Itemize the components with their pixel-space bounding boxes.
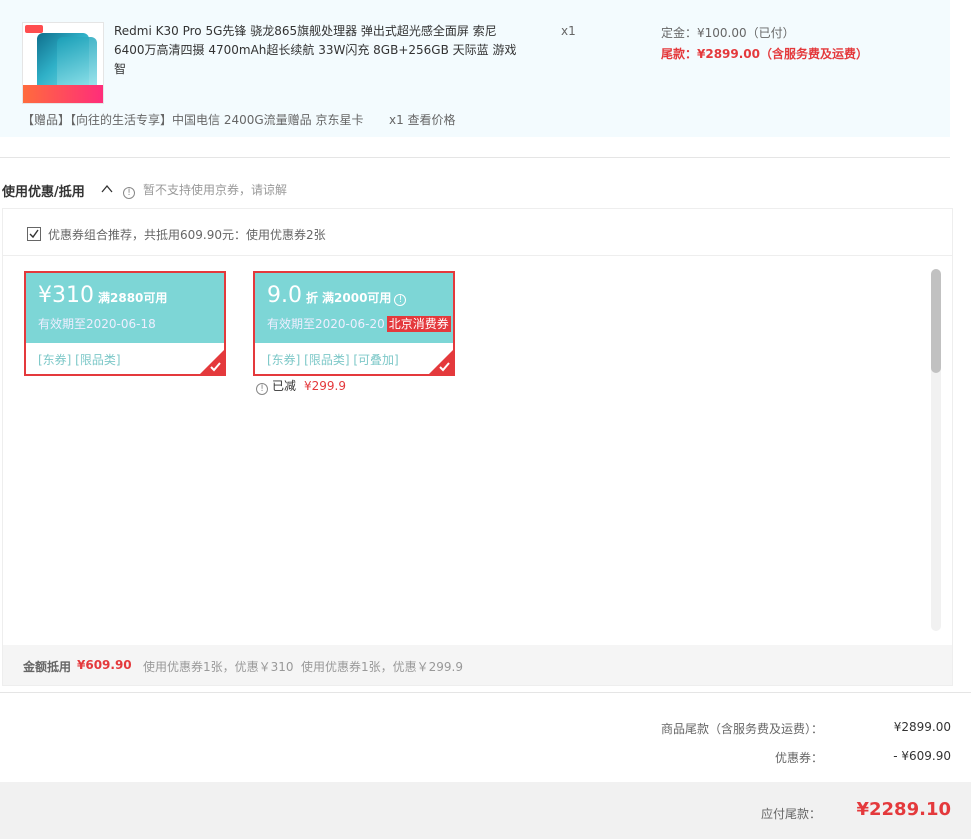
- gift-quantity-view-price[interactable]: x1 查看价格: [389, 111, 456, 128]
- coupon-unit: 折: [306, 291, 319, 305]
- scrollbar-thumb[interactable]: [931, 269, 941, 373]
- info-icon: !: [123, 187, 135, 199]
- combo-recommend-text: 优惠券组合推荐，共抵用609.90元：使用优惠券2张: [48, 228, 326, 242]
- summary-amount: ¥609.90: [77, 658, 132, 672]
- coupon-condition: 满2880可用: [98, 291, 168, 305]
- coupon-total-label: 优惠券：: [774, 751, 823, 765]
- reduced-amount: ¥299.9: [304, 379, 347, 393]
- coupon-expiry: 有效期至2020-06-18: [38, 317, 156, 331]
- summary-detail: 使用优惠券1张，优惠￥299.9: [301, 660, 463, 674]
- selected-check-icon: [429, 350, 453, 374]
- divider: [0, 692, 971, 693]
- coupon-value: ¥310: [38, 283, 94, 308]
- coupon-card-310[interactable]: ¥310 满2880可用 有效期至2020-06-18 [东券] [限品类]: [24, 271, 226, 376]
- coupon-expiry: 有效期至2020-06-20 北京消费券: [267, 315, 451, 332]
- scrollbar[interactable]: [931, 269, 941, 631]
- checkmark-icon: [29, 229, 39, 239]
- reduced-label: 已减: [272, 379, 297, 393]
- product-image[interactable]: [22, 22, 104, 104]
- reduced-info: ! 已减 ¥299.9: [256, 377, 346, 395]
- coupon-amount: 9.0 折满2000可用!: [267, 283, 407, 308]
- jd-coupon-notice: ! 暂不支持使用京券，请谅解: [123, 181, 287, 199]
- promo-banner: [23, 85, 103, 103]
- summary-label: 金额抵用: [23, 660, 72, 674]
- coupon-value: 9.0: [267, 283, 302, 308]
- coupon-tags: [东券] [限品类] [可叠加]: [267, 353, 399, 367]
- payment-bar: 应付尾款： ¥2289.10: [0, 782, 971, 839]
- pay-amount: ¥2289.10: [856, 799, 951, 820]
- info-icon: !: [256, 383, 268, 395]
- combo-checkbox[interactable]: [27, 227, 41, 241]
- coupon-panel: 优惠券组合推荐，共抵用609.90元：使用优惠券2张 ¥310 满2880可用 有…: [2, 208, 953, 686]
- deposit-amount: 定金：¥100.00（已付）: [661, 26, 795, 40]
- info-icon[interactable]: !: [394, 294, 407, 306]
- coupon-header: ¥310 满2880可用 有效期至2020-06-18: [26, 273, 224, 343]
- chevron-up-icon[interactable]: [101, 184, 113, 194]
- balance-total-label: 商品尾款（含服务费及运费）：: [660, 722, 823, 736]
- balance-amount: 尾款：¥2899.00（含服务费及运费）: [661, 47, 869, 61]
- product-quantity: x1: [561, 24, 576, 38]
- product-panel: Redmi K30 Pro 5G先锋 骁龙865旗舰处理器 弹出式超光感全面屏 …: [0, 0, 950, 137]
- coupon-card-discount[interactable]: 9.0 折满2000可用! 有效期至2020-06-20 北京消费券 [东券] [限…: [253, 271, 455, 376]
- product-title[interactable]: Redmi K30 Pro 5G先锋 骁龙865旗舰处理器 弹出式超光感全面屏 …: [114, 22, 524, 79]
- pay-label: 应付尾款：: [760, 807, 821, 821]
- city-coupon-badge: 北京消费券: [386, 316, 451, 332]
- coupon-header: 9.0 折满2000可用! 有效期至2020-06-20 北京消费券: [255, 273, 453, 343]
- divider: [0, 157, 950, 158]
- combo-recommend-row: 优惠券组合推荐，共抵用609.90元：使用优惠券2张: [3, 209, 952, 256]
- discount-section-title[interactable]: 使用优惠/抵用: [2, 181, 85, 200]
- promo-tag-icon: [25, 25, 43, 33]
- coupon-condition: 满2000可用: [322, 291, 392, 305]
- expiry-text: 有效期至2020-06-20: [267, 317, 385, 331]
- coupon-amount: ¥310 满2880可用: [38, 283, 167, 308]
- balance-total-value: ¥2899.00: [893, 720, 951, 734]
- discount-summary-bar: 金额抵用 ¥609.90 使用优惠券1张，优惠￥310 使用优惠券1张，优惠￥2…: [3, 645, 952, 685]
- gift-item: 【赠品】【向往的生活专享】中国电信 2400G流量赠品 京东星卡: [22, 113, 364, 127]
- summary-detail: 使用优惠券1张，优惠￥310: [143, 660, 294, 674]
- selected-check-icon: [200, 350, 224, 374]
- coupon-tags: [东券] [限品类]: [38, 353, 121, 367]
- notice-text: 暂不支持使用京券，请谅解: [143, 183, 288, 197]
- coupon-total-value: - ¥609.90: [893, 749, 951, 763]
